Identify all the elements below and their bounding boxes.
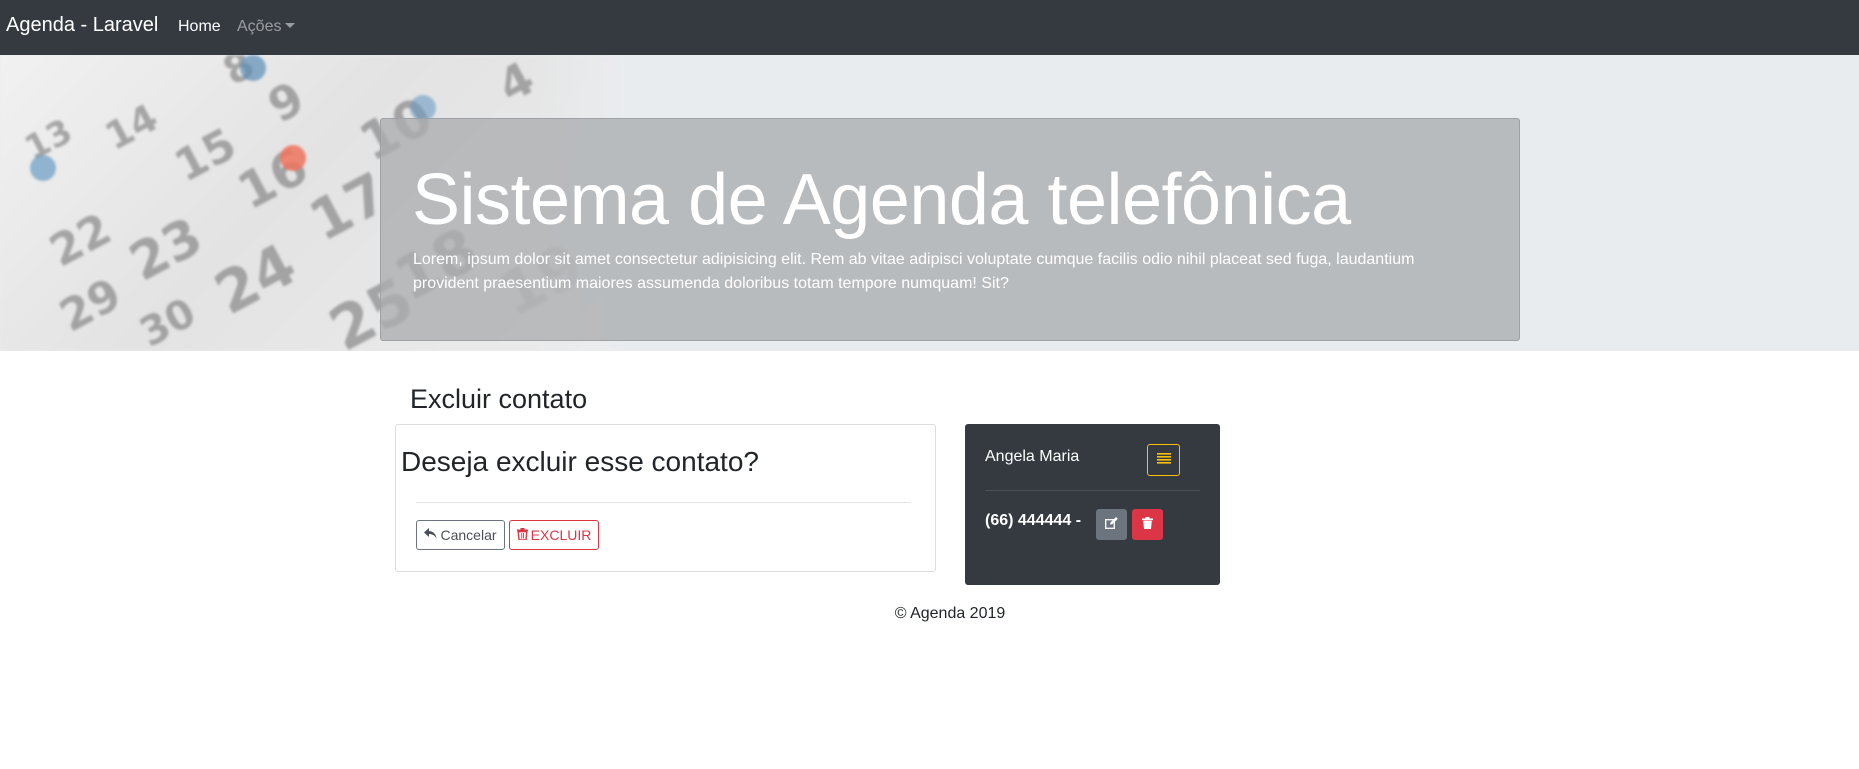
delete-confirm-card: Deseja excluir esse contato? Cancelar EX… [395, 424, 936, 572]
edit-contact-button[interactable] [1096, 509, 1127, 540]
cancel-label: Cancelar [440, 527, 497, 543]
nav-acoes-label: Ações [237, 18, 282, 35]
navbar-brand[interactable]: Agenda - Laravel [6, 14, 158, 37]
list-icon [1156, 451, 1171, 469]
edit-icon [1105, 517, 1118, 532]
hero-title: Sistema de Agenda telefônica [412, 160, 1351, 240]
chevron-down-icon [285, 23, 296, 28]
divider [416, 502, 911, 503]
contact-phone: (66) 444444 - [985, 512, 1082, 529]
footer-text: © Agenda 2019 [894, 605, 1006, 622]
trash-icon [1142, 517, 1153, 532]
delete-label: EXCLUIR [530, 527, 592, 543]
nav-acoes-dropdown[interactable]: Ações [237, 18, 296, 36]
cancel-button[interactable]: Cancelar [416, 520, 505, 550]
navbar: Agenda - Laravel Home Ações [0, 0, 1859, 55]
page-title: Excluir contato [410, 384, 588, 414]
contact-name: Angela Maria [985, 448, 1080, 465]
jumbotron: Sistema de Agenda telefônica Lorem, ipsu… [380, 118, 1520, 341]
delete-button[interactable]: EXCLUIR [509, 520, 599, 550]
contact-menu-button[interactable] [1147, 444, 1180, 476]
hero-lead: Lorem, ipsum dolor sit amet consectetur … [413, 251, 1415, 292]
divider [985, 490, 1200, 491]
reply-icon [424, 528, 437, 542]
nav-home-link[interactable]: Home [178, 18, 221, 36]
hero-section: 13 14 15 16 17 22 23 24 25 29 30 18 9 10… [0, 55, 1859, 351]
contact-card: Angela Maria (66) 444444 - [965, 424, 1220, 585]
delete-question: Deseja excluir esse contato? [401, 446, 759, 477]
trash-icon [516, 527, 528, 543]
delete-contact-button[interactable] [1132, 509, 1163, 540]
